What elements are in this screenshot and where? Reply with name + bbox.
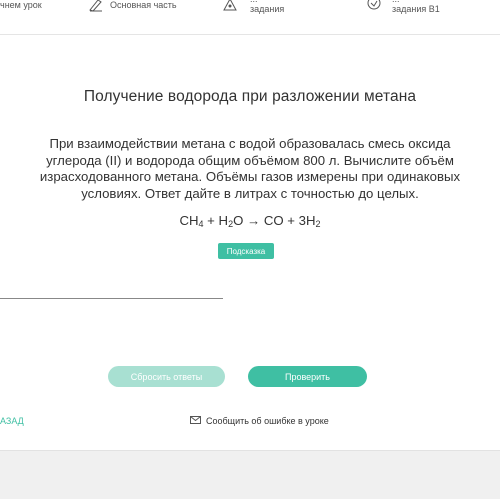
mail-icon [190, 416, 201, 426]
report-error-link[interactable]: Сообщить об ошибке в уроке [190, 416, 329, 426]
back-link[interactable]: АЗАД [0, 416, 24, 426]
task-text-line: условиях. Ответ дайте в литрах с точност… [81, 185, 419, 201]
footer [0, 451, 500, 499]
pencil-icon [88, 0, 104, 17]
atom-icon [222, 0, 238, 17]
eq-plus-h: + H [203, 213, 229, 228]
nav-item-b1-label-2[interactable]: задания В1 [392, 4, 440, 14]
eq-products: O → CO + 3H [233, 213, 316, 228]
report-error-label: Сообщить об ошибке в уроке [206, 416, 329, 426]
task-text-line: углерода (II) и водорода общим объёмом 8… [46, 152, 454, 168]
check-button[interactable]: Проверить [248, 366, 367, 387]
nav-item-main-part[interactable]: Основная часть [110, 0, 177, 10]
hint-button[interactable]: Подсказка [218, 243, 274, 259]
answer-input[interactable] [0, 298, 223, 299]
reset-answers-button[interactable]: Сбросить ответы [108, 366, 225, 387]
task-text-line: При взаимодействии метана с водой образо… [49, 136, 451, 151]
eq-sub-2b: 2 [315, 219, 321, 229]
nav-item-training-label-2[interactable]: задания [250, 4, 284, 14]
exercise-icon [366, 0, 382, 17]
task-text-line: израсходованного метана. Объёмы газов из… [39, 169, 461, 184]
task-text: При взаимодействии метана с водой образо… [0, 136, 500, 202]
eq-ch: CH [179, 213, 199, 228]
reaction-equation: CH4 + H2O → CO + 3H2 [0, 213, 500, 229]
nav-item-start-lesson[interactable]: чнем урок [0, 0, 42, 10]
task-title: Получение водорода при разложении метана [83, 88, 417, 105]
top-navigation: чнем урок Основная часть ... задания ...… [0, 0, 500, 34]
